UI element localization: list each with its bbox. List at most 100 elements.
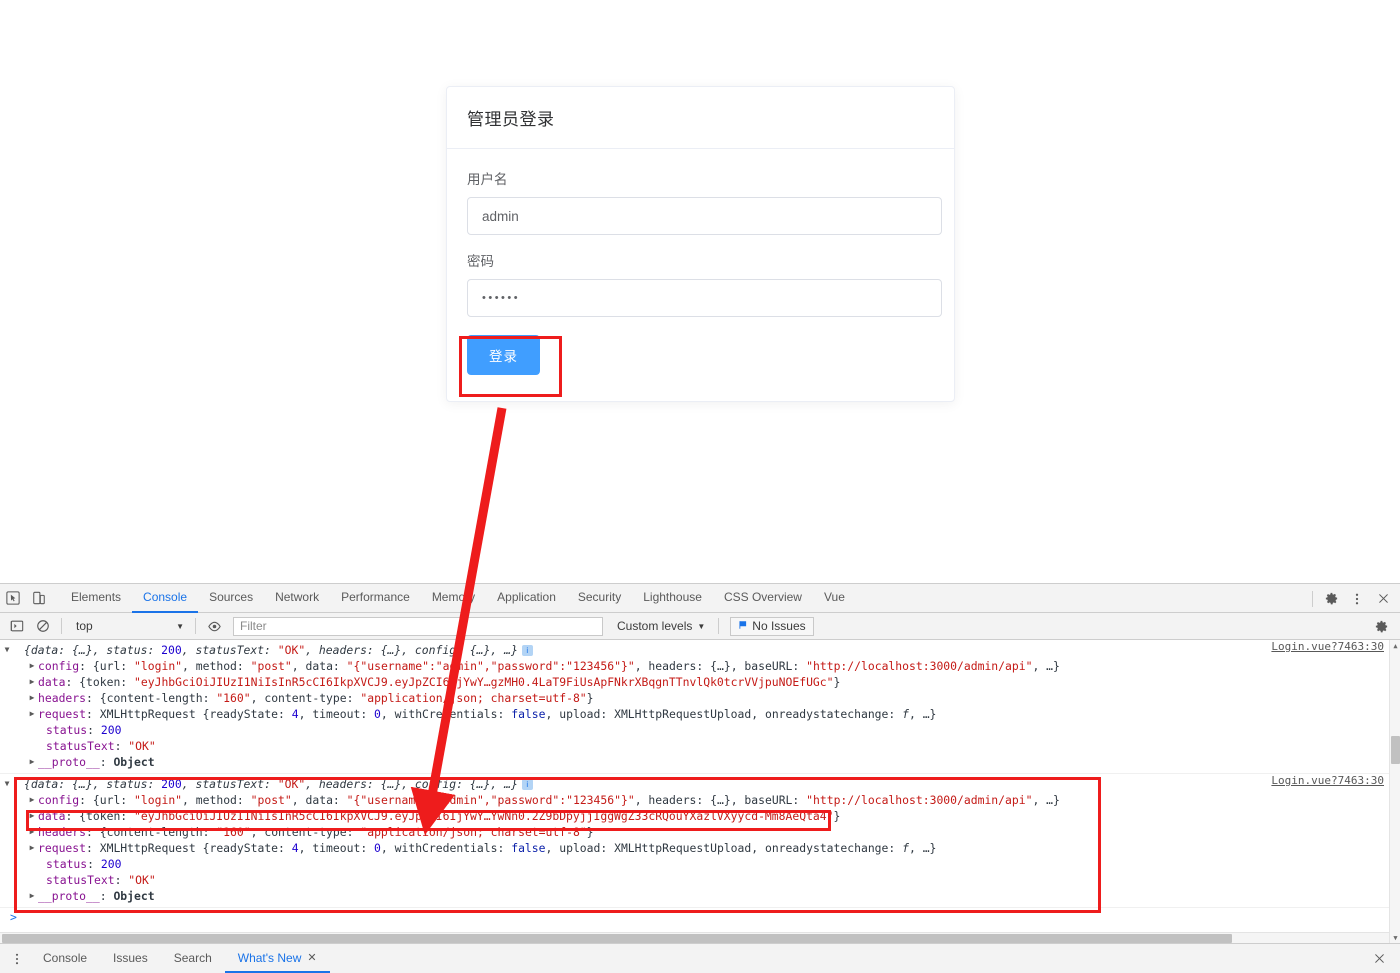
drawer-tab-search[interactable]: Search [161,944,225,973]
log-token: "160" [216,691,251,705]
password-input[interactable]: •••••• [467,279,942,317]
devtools-tab-css-overview[interactable]: CSS Overview [713,584,813,613]
scrollbar-thumb[interactable] [1391,736,1400,764]
console-log-line[interactable]: statusText: "OK" [0,738,1400,754]
more-vertical-icon[interactable] [1344,586,1370,612]
console-log-line[interactable]: ▶ headers: {content-length: "160", conten… [0,690,1400,706]
scroll-down-arrow-icon[interactable]: ▼ [1390,932,1400,943]
log-token: 200 [100,723,122,737]
issues-status-label: No Issues [752,619,806,633]
log-token: , method: [182,659,251,673]
devtools-tab-console[interactable]: Console [132,584,199,613]
console-log-line[interactable]: ▶ data: {token: "eyJhbGciOiJIUzI1NiIsInR5… [0,674,1400,690]
log-token: "http://localhost:3000/admin/api" [806,659,1033,673]
devtools-tab-label: Vue [823,590,845,604]
devtools-tab-label: Memory [431,590,476,604]
info-badge-icon[interactable]: i [521,645,533,656]
inspect-element-icon[interactable] [0,585,26,611]
execution-context-select[interactable]: top ▼ [70,616,190,636]
login-submit-button[interactable]: 登录 [467,335,540,375]
devtools-tab-label: Sources [209,590,254,604]
console-filter-input[interactable]: Filter [233,616,603,636]
console-log-line[interactable]: ▶ request: XMLHttpRequest {readyState: 4,… [0,706,1400,722]
drawer-tab-issues[interactable]: Issues [100,944,161,973]
devtools-tab-application[interactable]: Application [486,584,567,613]
console-vertical-scrollbar[interactable]: ▲ ▼ [1389,640,1400,943]
scrollbar-thumb[interactable] [2,934,1232,943]
chevron-down-icon: ▼ [176,621,184,631]
log-token: , data: [291,659,347,673]
devtools-tab-lighthouse[interactable]: Lighthouse [632,584,713,613]
console-log-group[interactable]: Login.vue?7463:30 ▼ {data: {…}, status: 20… [0,640,1400,774]
expander-closed-icon[interactable]: ▶ [25,690,39,706]
console-log-line[interactable]: ▶ __proto__: Object [0,754,1400,770]
log-token: false [511,707,546,721]
more-vertical-icon[interactable] [4,946,30,972]
devtools-tab-vue[interactable]: Vue [813,584,856,613]
gear-icon[interactable] [1318,586,1344,612]
drawer-tab-list: Console Issues Search What's New ✕ [30,944,330,973]
log-token: {…} [72,643,93,657]
console-log-line[interactable]: ▼ {data: {…}, status: 200, statusText: "O… [0,642,1400,658]
log-token: , …} [1032,659,1060,673]
devtools-drawer-tabbar: Console Issues Search What's New ✕ [0,943,1400,973]
drawer-tab-close-icon[interactable]: ✕ [307,951,316,964]
username-field-group: 用户名 [467,171,942,235]
log-token: {data: [24,643,73,657]
devtools-tab-network[interactable]: Network [264,584,330,613]
devtools-tab-label: Security [577,590,622,604]
drawer-tab-label: Search [173,950,212,965]
drawer-actions [1366,944,1392,973]
issues-status-button[interactable]: No Issues [730,616,814,636]
log-token: status [46,723,88,737]
expander-closed-icon[interactable]: ▶ [25,674,39,690]
console-filter-placeholder: Filter [240,619,267,633]
live-expression-icon[interactable] [201,613,227,639]
drawer-tab-console[interactable]: Console [30,944,100,973]
password-label: 密码 [467,254,494,269]
devtools-tab-label: Console [143,590,188,604]
expander-closed-icon[interactable]: ▶ [25,706,39,722]
close-icon[interactable] [1370,586,1396,612]
log-levels-dropdown[interactable]: Custom levels ▼ [609,616,713,636]
devtools-tab-label: Lighthouse [643,590,702,604]
log-token: , …} [490,643,518,657]
devtools-tab-memory[interactable]: Memory [421,584,486,613]
console-log-line[interactable]: ▶ config: {url: "login", method: "post", … [0,658,1400,674]
expander-closed-icon[interactable]: ▶ [25,658,39,674]
divider [61,618,62,634]
console-log-line[interactable]: status: 200 [0,722,1400,738]
devtools-tab-security[interactable]: Security [567,584,632,613]
device-toolbar-icon[interactable] [26,585,52,611]
clear-console-icon[interactable] [30,613,56,639]
drawer-tab-what-s-new[interactable]: What's New ✕ [224,944,330,973]
devtools-tab-label: CSS Overview [723,590,802,604]
console-sidebar-icon[interactable] [4,613,30,639]
expander-open-icon[interactable]: ▼ [0,642,14,658]
console-horizontal-scrollbar[interactable] [0,932,1389,943]
scroll-up-arrow-icon[interactable]: ▲ [1390,640,1400,651]
log-token: , content-type: [250,691,361,705]
log-token: : {url: [79,659,135,673]
devtools-tab-sources[interactable]: Sources [198,584,264,613]
log-token: : XMLHttpRequest {readyState: [86,707,292,721]
password-field-group: 密码 •••••• [467,253,942,317]
username-input[interactable] [467,197,942,235]
log-levels-label: Custom levels [617,619,693,633]
devtools-tab-performance[interactable]: Performance [330,584,421,613]
log-token: {…} [380,643,402,657]
login-form: 用户名 密码 •••••• 登录 [447,149,954,401]
expander-closed-icon[interactable]: ▶ [25,754,39,770]
log-token: "login" [134,659,183,673]
devtools-tab-elements[interactable]: Elements [60,584,132,613]
log-token: {…} [469,643,491,657]
expander-open-icon[interactable]: ▼ [0,776,14,792]
gear-icon[interactable] [1368,614,1394,640]
drawer-tab-label: Issues [113,950,148,965]
log-token: data [38,675,66,689]
admin-login-card: 管理员登录 用户名 密码 •••••• 登录 [446,86,955,402]
log-token: config [38,659,80,673]
close-icon[interactable] [1366,946,1392,972]
log-token: request [38,707,87,721]
log-token: "OK" [128,739,156,753]
